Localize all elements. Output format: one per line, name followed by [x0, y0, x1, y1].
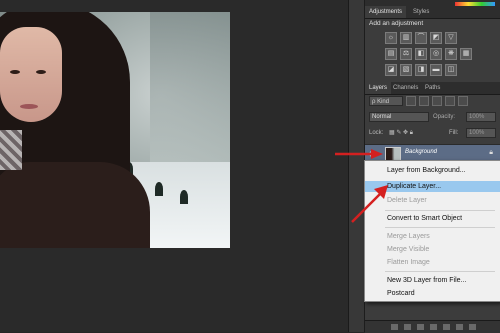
menu-separator	[385, 227, 495, 228]
lock-icon: 🔒︎	[489, 149, 493, 156]
adjustment-icons-row-1: ☼ ▥ ⌒ ◩ ▽	[385, 32, 457, 44]
color-lookup-icon[interactable]: ▦	[460, 48, 472, 60]
trash-icon[interactable]	[468, 324, 476, 330]
blend-row: Normal Opacity: 100%	[369, 112, 497, 122]
tab-paths[interactable]: Paths	[421, 82, 444, 94]
red-arrow-icon	[335, 149, 383, 159]
new-layer-icon[interactable]	[455, 324, 463, 330]
mask-icon[interactable]	[416, 324, 424, 330]
adjustments-title: Add an adjustment	[369, 20, 424, 27]
menu-item-postcard[interactable]: Postcard	[365, 288, 500, 299]
adjustment-icons-row-3: ◪ ▧ ◨ ▬ ◫	[385, 64, 457, 76]
fx-icon[interactable]	[403, 324, 411, 330]
lock-icons[interactable]: ▦ ✎ ✥ 🔒︎	[389, 130, 413, 136]
menu-item-merge-layers[interactable]: Merge Layers	[365, 231, 500, 242]
tab-layers[interactable]: Layers	[365, 82, 392, 94]
layer-name[interactable]: Background	[405, 149, 437, 155]
threshold-icon[interactable]: ◨	[415, 64, 427, 76]
type-filter-icon[interactable]	[432, 96, 442, 106]
selective-color-icon[interactable]: ◫	[445, 64, 457, 76]
menu-separator	[385, 271, 495, 272]
menu-item-new-3d-layer[interactable]: New 3D Layer from File...	[365, 275, 500, 286]
smart-object-filter-icon[interactable]	[458, 96, 468, 106]
pixel-filter-icon[interactable]	[406, 96, 416, 106]
link-layers-icon[interactable]	[390, 324, 398, 330]
photo-image	[0, 12, 230, 248]
fill-field[interactable]: 100%	[466, 128, 496, 138]
exposure-icon[interactable]: ◩	[430, 32, 442, 44]
adjustment-layer-icon[interactable]	[429, 324, 437, 330]
adjustments-tab-row: Adjustments Styles	[365, 6, 500, 19]
shape-filter-icon[interactable]	[445, 96, 455, 106]
menu-item-merge-visible[interactable]: Merge Visible	[365, 244, 500, 255]
opacity-field[interactable]: 100%	[466, 112, 496, 122]
lock-row: Lock: ▦ ✎ ✥ 🔒︎ Fill: 100%	[369, 128, 497, 138]
curves-icon[interactable]: ⌒	[415, 32, 427, 44]
menu-item-flatten-image[interactable]: Flatten Image	[365, 257, 500, 268]
kind-filter-select[interactable]: ρ Kind	[369, 96, 403, 106]
hue-saturation-icon[interactable]: ▤	[385, 48, 397, 60]
layers-bottom-bar	[365, 320, 500, 333]
vibrance-icon[interactable]: ▽	[445, 32, 457, 44]
group-folder-icon[interactable]	[442, 324, 450, 330]
invert-icon[interactable]: ◪	[385, 64, 397, 76]
fill-label: Fill:	[449, 130, 459, 136]
photo-filter-icon[interactable]: ◎	[430, 48, 442, 60]
menu-item-layer-from-background[interactable]: Layer from Background...	[365, 165, 500, 176]
channel-mixer-icon[interactable]: ❋	[445, 48, 457, 60]
blend-mode-select[interactable]: Normal	[369, 112, 429, 122]
layer-thumbnail	[385, 147, 401, 161]
gradient-map-icon[interactable]: ▬	[430, 64, 442, 76]
layer-filter-row: ρ Kind	[369, 96, 497, 106]
document-canvas[interactable]	[0, 0, 348, 332]
menu-separator	[385, 210, 495, 211]
black-white-icon[interactable]: ◧	[415, 48, 427, 60]
levels-icon[interactable]: ▥	[400, 32, 412, 44]
red-arrow-icon	[351, 185, 388, 223]
opacity-label: Opacity:	[433, 114, 456, 120]
layers-tab-row: Layers Channels Paths	[365, 82, 500, 95]
tab-styles[interactable]: Styles	[409, 6, 433, 18]
color-balance-icon[interactable]: ⚖	[400, 48, 412, 60]
lock-label: Lock:	[369, 130, 384, 136]
adjustment-filter-icon[interactable]	[419, 96, 429, 106]
tab-channels[interactable]: Channels	[389, 82, 422, 94]
adjustment-icons-row-2: ▤ ⚖ ◧ ◎ ❋ ▦	[385, 48, 472, 60]
brightness-icon[interactable]: ☼	[385, 32, 397, 44]
tab-adjustments[interactable]: Adjustments	[365, 6, 407, 18]
panel-dock-strip	[348, 0, 365, 332]
posterize-icon[interactable]: ▧	[400, 64, 412, 76]
